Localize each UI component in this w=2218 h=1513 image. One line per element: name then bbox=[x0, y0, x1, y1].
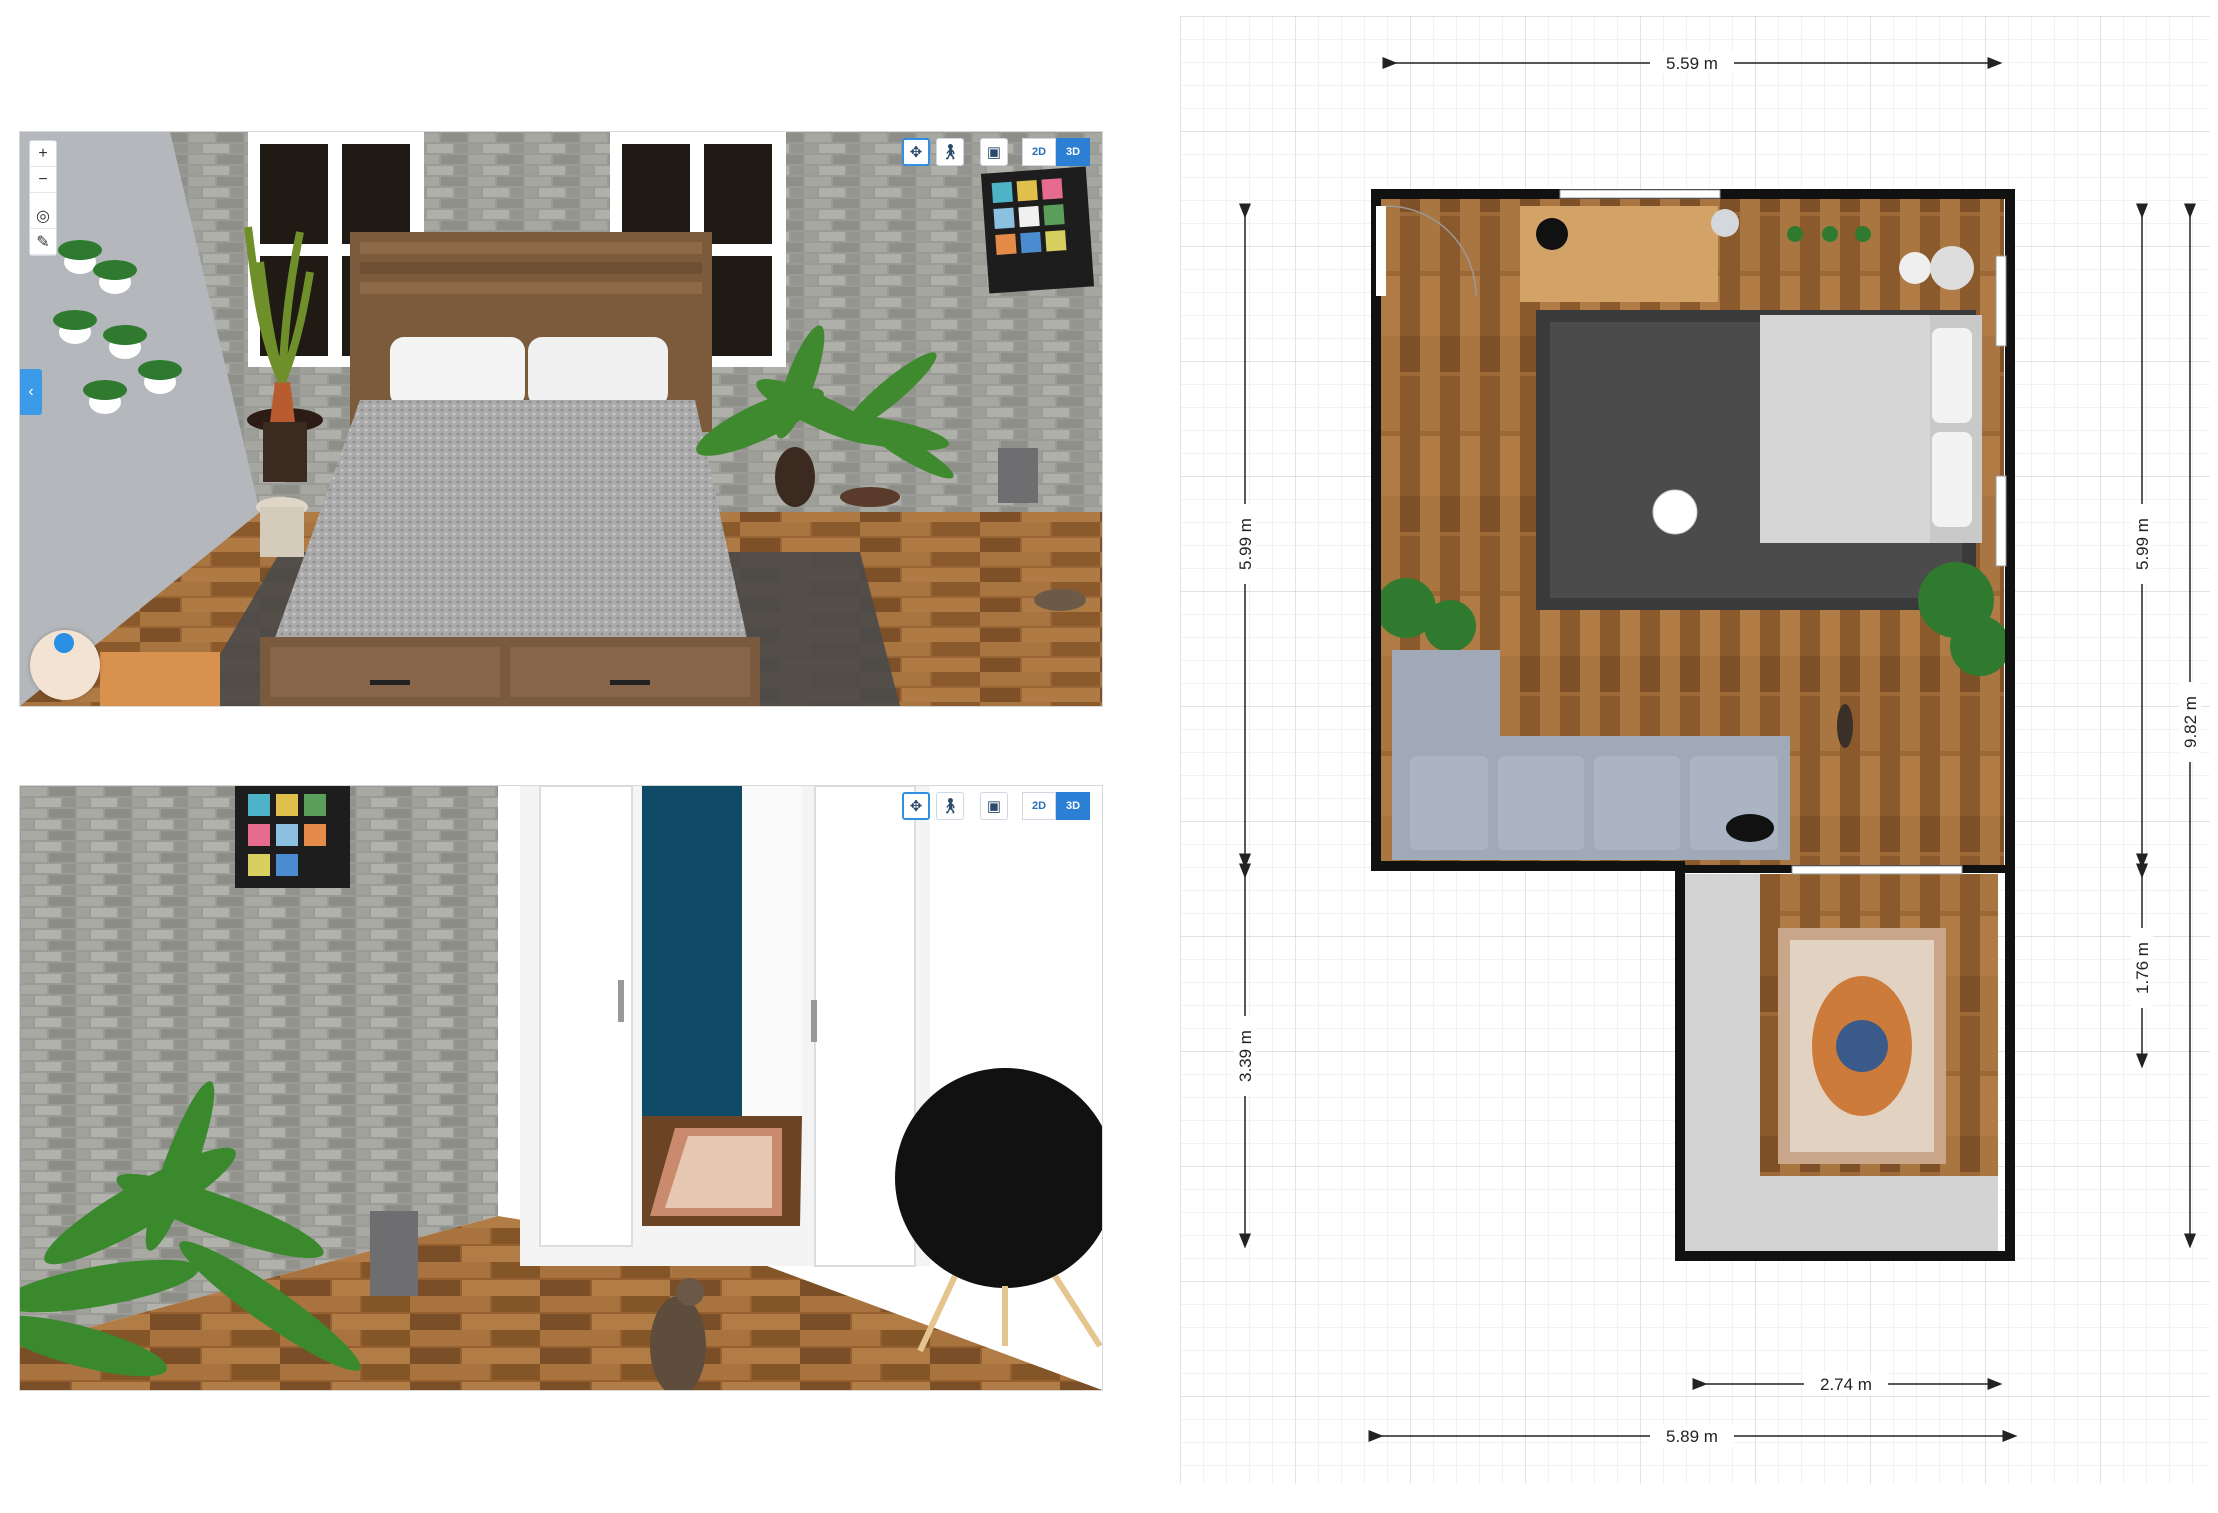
window-right-lower bbox=[1995, 475, 2007, 567]
dim-closet-width: 2.74 m bbox=[1820, 1375, 1872, 1394]
view-toolbar: ✥ 🚶︎ ▣ 2D 3D bbox=[902, 138, 1090, 166]
window-right-upper bbox=[1995, 255, 2007, 347]
map-tools: + − ◎ ✎ bbox=[29, 140, 57, 256]
view-mode-switch: 2D 3D bbox=[1022, 138, 1090, 166]
main-room bbox=[1376, 194, 2010, 866]
closet-room bbox=[1680, 874, 1998, 1256]
dim-left-lower: 3.39 m bbox=[1236, 1030, 1255, 1082]
view-3d-button[interactable]: 3D bbox=[1056, 138, 1090, 166]
3d-view-closet[interactable]: ✥ 🚶︎ ▣ 2D 3D bbox=[19, 785, 1103, 1391]
bedroom-3d-scene bbox=[20, 132, 1102, 706]
door-opening bbox=[1376, 206, 1386, 296]
view-mode-switch: 2D 3D bbox=[1022, 792, 1090, 820]
walk-icon[interactable]: 🚶︎ bbox=[936, 138, 964, 166]
camera-icon[interactable]: ▣ bbox=[980, 138, 1008, 166]
orbit-icon[interactable]: ✥ bbox=[902, 138, 930, 166]
pencil-icon[interactable]: ✎ bbox=[30, 229, 56, 255]
dim-total-height: 9.82 m bbox=[2181, 696, 2200, 748]
3d-view-bedroom[interactable]: + − ◎ ✎ ‹ ✥ 🚶︎ ▣ 2D 3D bbox=[19, 131, 1103, 707]
zoom-in-icon[interactable]: + bbox=[30, 141, 56, 167]
view-toolbar-closet: ✥ 🚶︎ ▣ 2D 3D bbox=[902, 792, 1090, 820]
window-top bbox=[1559, 189, 1721, 199]
floor-plan-2d[interactable]: 5.59 m 5.99 m 3.39 m 5.99 m 1.76 m 9.82 … bbox=[1180, 16, 2210, 1484]
walk-icon[interactable]: 🚶︎ bbox=[936, 792, 964, 820]
zoom-out-icon[interactable]: − bbox=[30, 167, 56, 193]
dim-right-lower: 1.76 m bbox=[2133, 942, 2152, 994]
collapse-panel-tab[interactable]: ‹ bbox=[20, 369, 42, 415]
navigation-joystick[interactable] bbox=[30, 630, 100, 700]
dim-right-upper: 5.99 m bbox=[2133, 518, 2152, 570]
dim-bottom-width: 5.89 m bbox=[1666, 1427, 1718, 1446]
closet-doorway bbox=[1791, 865, 1963, 875]
view-2d-button[interactable]: 2D bbox=[1022, 792, 1056, 820]
camera-icon[interactable]: ▣ bbox=[980, 792, 1008, 820]
locate-icon[interactable]: ◎ bbox=[30, 203, 56, 229]
dim-top-width: 5.59 m bbox=[1666, 54, 1718, 73]
view-3d-button[interactable]: 3D bbox=[1056, 792, 1090, 820]
view-2d-button[interactable]: 2D bbox=[1022, 138, 1056, 166]
tool-gap bbox=[30, 193, 56, 203]
dim-left-upper: 5.99 m bbox=[1236, 518, 1255, 570]
joystick-knob[interactable] bbox=[54, 633, 74, 653]
closet-3d-scene bbox=[20, 786, 1102, 1390]
orbit-icon[interactable]: ✥ bbox=[902, 792, 930, 820]
